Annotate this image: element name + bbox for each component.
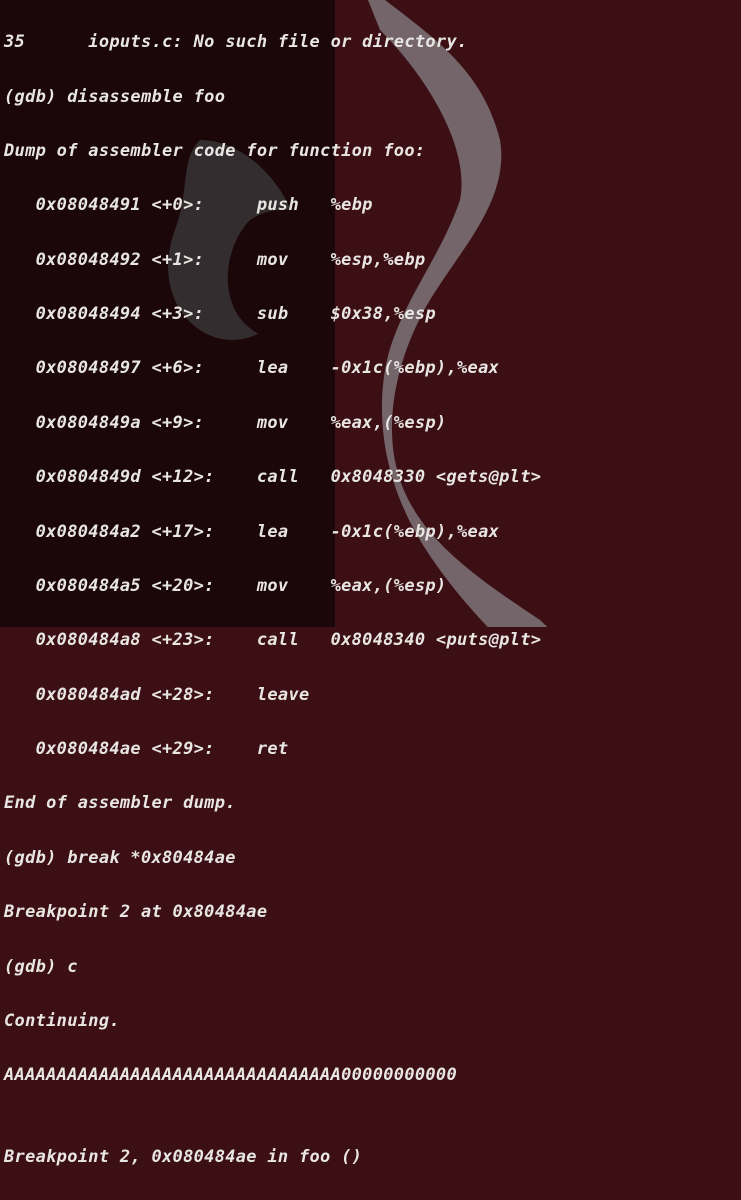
terminal-line: End of assembler dump.	[4, 790, 737, 817]
terminal-line: Breakpoint 2, 0x080484ae in foo ()	[4, 1144, 737, 1171]
terminal-line: Dump of assembler code for function foo:	[4, 138, 737, 165]
terminal-line: 0x080484ae <+29>: ret	[4, 736, 737, 763]
terminal-line: 0x080484a5 <+20>: mov %eax,(%esp)	[4, 573, 737, 600]
terminal-output[interactable]: 35 ioputs.c: No such file or directory. …	[0, 0, 741, 1200]
terminal-line: Continuing.	[4, 1008, 737, 1035]
terminal-line: (gdb) c	[4, 954, 737, 981]
terminal-line: Breakpoint 2 at 0x80484ae	[4, 899, 737, 926]
terminal-line: 0x0804849d <+12>: call 0x8048330 <gets@p…	[4, 464, 737, 491]
terminal-line: (gdb) disassemble foo	[4, 84, 737, 111]
terminal-line: 0x0804849a <+9>: mov %eax,(%esp)	[4, 410, 737, 437]
terminal-line: 0x08048494 <+3>: sub $0x38,%esp	[4, 301, 737, 328]
terminal-line: 0x08048491 <+0>: push %ebp	[4, 192, 737, 219]
terminal-line: 0x080484a2 <+17>: lea -0x1c(%ebp),%eax	[4, 519, 737, 546]
terminal-line: 0x080484a8 <+23>: call 0x8048340 <puts@p…	[4, 627, 737, 654]
terminal-line: 0x08048492 <+1>: mov %esp,%ebp	[4, 247, 737, 274]
terminal-line: 35 ioputs.c: No such file or directory.	[4, 29, 737, 56]
terminal-line: 0x08048497 <+6>: lea -0x1c(%ebp),%eax	[4, 355, 737, 382]
terminal-line: 0x080484ad <+28>: leave	[4, 682, 737, 709]
terminal-line: (gdb) break *0x80484ae	[4, 845, 737, 872]
terminal-line: AAAAAAAAAAAAAAAAAAAAAAAAAAAAAAAA00000000…	[4, 1062, 737, 1089]
